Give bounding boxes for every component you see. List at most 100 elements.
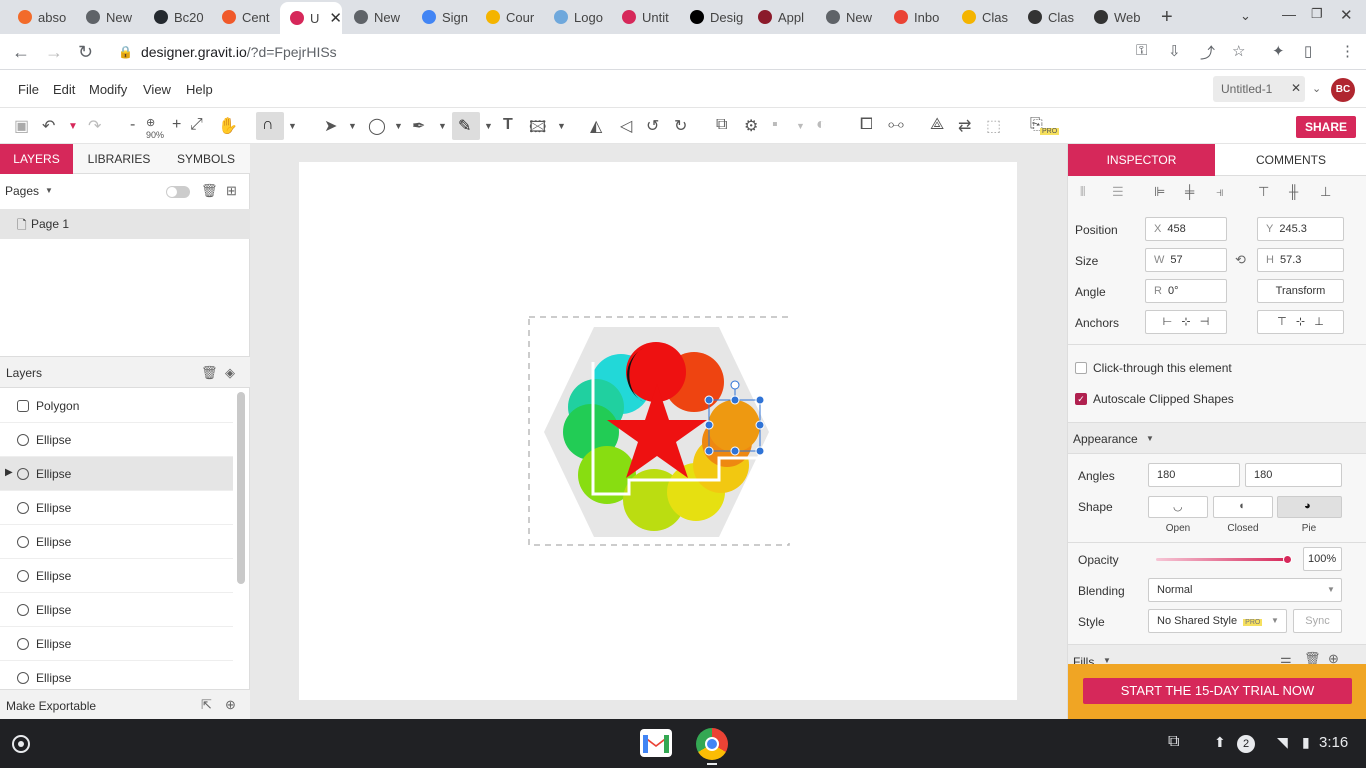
browser-tab[interactable]: New: [76, 4, 140, 30]
tab-search-icon[interactable]: ⌄: [1240, 8, 1251, 24]
layer-row[interactable]: Ellipse: [0, 661, 233, 687]
click-through-checkbox[interactable]: [1075, 362, 1087, 374]
boolean-ops-icon[interactable]: ▪: [772, 116, 778, 134]
handle-bl[interactable]: [704, 446, 714, 456]
undo-icon[interactable]: ↶: [42, 116, 55, 136]
pointer-tool-icon[interactable]: ➤: [324, 116, 337, 136]
opacity-slider-knob[interactable]: [1283, 555, 1292, 564]
url-bar[interactable]: 🔒 designer.gravit.io/?d=FpejrHISs: [108, 39, 1268, 65]
shape-open-button[interactable]: ◡: [1148, 496, 1208, 518]
symbol-icon[interactable]: ⟁: [930, 116, 944, 134]
shape-chevron-icon[interactable]: ▼: [394, 121, 403, 131]
zoom-out-icon[interactable]: -: [130, 116, 135, 134]
width-field[interactable]: W 57: [1145, 248, 1227, 272]
back-icon[interactable]: ←: [12, 42, 30, 63]
rotate-handle[interactable]: [730, 380, 740, 390]
start-trial-button[interactable]: START THE 15-DAY TRIAL NOW: [1083, 678, 1352, 704]
layer-row[interactable]: Ellipse: [0, 525, 233, 559]
menu-view[interactable]: View: [143, 82, 171, 97]
browser-tab[interactable]: Sign: [412, 4, 476, 30]
browser-tab[interactable]: New: [344, 4, 408, 30]
appearance-header[interactable]: Appearance ▼: [1068, 422, 1366, 454]
close-document-icon[interactable]: ✕: [1291, 81, 1301, 95]
group-icon[interactable]: ⧉: [716, 116, 727, 134]
browser-tab[interactable]: Inbo: [884, 4, 948, 30]
close-window-icon[interactable]: ✕: [1340, 6, 1353, 24]
zoom-in-icon[interactable]: +: [172, 116, 181, 134]
pencil-chevron-icon[interactable]: ▼: [484, 121, 493, 131]
arrange-forward-icon[interactable]: ⧠: [860, 116, 873, 134]
side-panel-icon[interactable]: ▯: [1304, 42, 1312, 60]
y-field[interactable]: Y 245.3: [1257, 217, 1344, 241]
browser-tab[interactable]: Desig: [680, 4, 744, 30]
browser-tab[interactable]: Clas: [1018, 4, 1082, 30]
restore-icon[interactable]: ❐: [1311, 6, 1323, 22]
zoom-level-icon[interactable]: ⊕: [146, 116, 155, 129]
document-tab[interactable]: Untitled-1 ✕: [1213, 76, 1305, 102]
clipboard-icon[interactable]: ⧉: [1168, 733, 1179, 751]
undo-history-chevron-icon[interactable]: ▼: [68, 121, 78, 132]
align-center-icon[interactable]: ╪: [1185, 184, 1194, 199]
anchor-bottom-icon[interactable]: ⊥: [1314, 316, 1324, 328]
gmail-icon[interactable]: [640, 729, 672, 757]
shared-style-select[interactable]: No Shared Style PRO ▼: [1148, 609, 1287, 633]
handle-tr[interactable]: [755, 395, 765, 405]
autoscale-checkbox[interactable]: ✓: [1075, 393, 1087, 405]
rotate-left-icon[interactable]: ↺: [646, 116, 659, 136]
align-bottom-icon[interactable]: ⊥: [1320, 184, 1331, 200]
slice-icon[interactable]: ⬚: [986, 116, 1001, 136]
delete-page-icon[interactable]: 🗑: [201, 183, 218, 199]
browser-tab[interactable]: Cour: [476, 4, 540, 30]
align-middle-icon[interactable]: ╫: [1289, 184, 1298, 199]
share-page-icon[interactable]: ⤴: [1200, 42, 1215, 63]
text-tool-icon[interactable]: T: [503, 116, 513, 134]
fills-settings-icon[interactable]: ⚌: [1280, 651, 1292, 664]
browser-tab[interactable]: U ✕: [280, 2, 342, 34]
notification-count[interactable]: 2: [1237, 735, 1255, 753]
menu-file[interactable]: File: [18, 82, 39, 97]
add-layer-icon[interactable]: ◈: [225, 365, 235, 381]
pages-chevron-icon[interactable]: ▼: [45, 186, 53, 195]
layer-row[interactable]: Polygon: [0, 389, 233, 423]
browser-tab[interactable]: Bc20: [144, 4, 208, 30]
tab-layers[interactable]: LAYERS: [0, 144, 73, 174]
extensions-icon[interactable]: ✦: [1272, 42, 1285, 60]
browser-tab[interactable]: abso: [8, 4, 72, 30]
arrange-backward-icon[interactable]: ⧟: [888, 116, 904, 134]
install-icon[interactable]: ⇩: [1168, 42, 1181, 60]
distribute-h-icon[interactable]: ⫴: [1080, 184, 1085, 200]
anchor-vcenter-icon[interactable]: ⊹: [1296, 316, 1305, 328]
selected-ellipse[interactable]: [708, 400, 760, 452]
pen-tool-icon[interactable]: ✒: [412, 116, 425, 136]
blending-select[interactable]: Normal ▼: [1148, 578, 1342, 602]
pen-chevron-icon[interactable]: ▼: [438, 121, 447, 131]
canvas-area[interactable]: [250, 144, 1067, 719]
tab-libraries[interactable]: LIBRARIES: [82, 144, 156, 174]
layer-row[interactable]: Ellipse: [0, 423, 233, 457]
chrome-icon[interactable]: [696, 728, 728, 760]
browser-tab[interactable]: Web: [1084, 4, 1148, 30]
wifi-icon[interactable]: ◥: [1277, 734, 1288, 751]
clock[interactable]: 3:16: [1319, 734, 1348, 751]
layers-scrollbar[interactable]: [237, 392, 245, 584]
menu-modify[interactable]: Modify: [89, 82, 127, 97]
align-left-icon[interactable]: ⊫: [1154, 184, 1165, 200]
browser-tab[interactable]: Clas: [952, 4, 1016, 30]
browser-tab[interactable]: New: [816, 4, 880, 30]
handle-ml[interactable]: [704, 420, 714, 430]
save-icon[interactable]: ▣: [14, 116, 29, 136]
redo-icon[interactable]: ↷: [88, 116, 101, 136]
fills-header[interactable]: Fills ▼ ⚌ 🗑 ⊕: [1068, 644, 1366, 664]
chrome-menu-icon[interactable]: ⋮: [1340, 42, 1355, 60]
transform-button[interactable]: Transform: [1257, 279, 1344, 303]
add-page-icon[interactable]: ⊞: [226, 183, 237, 199]
hand-tool-icon[interactable]: ✋: [218, 116, 238, 136]
add-export-icon[interactable]: ⊕: [225, 697, 236, 713]
align-top-icon[interactable]: ⊤: [1258, 184, 1269, 200]
anchor-left-icon[interactable]: ⊢: [1163, 316, 1173, 328]
fills-delete-icon[interactable]: 🗑: [1304, 651, 1321, 664]
mask-icon[interactable]: ◐: [816, 116, 826, 134]
tab-inspector[interactable]: INSPECTOR: [1068, 144, 1215, 176]
browser-tab[interactable]: Untit: [612, 4, 676, 30]
image-tool-icon[interactable]: 🖾: [529, 116, 546, 143]
